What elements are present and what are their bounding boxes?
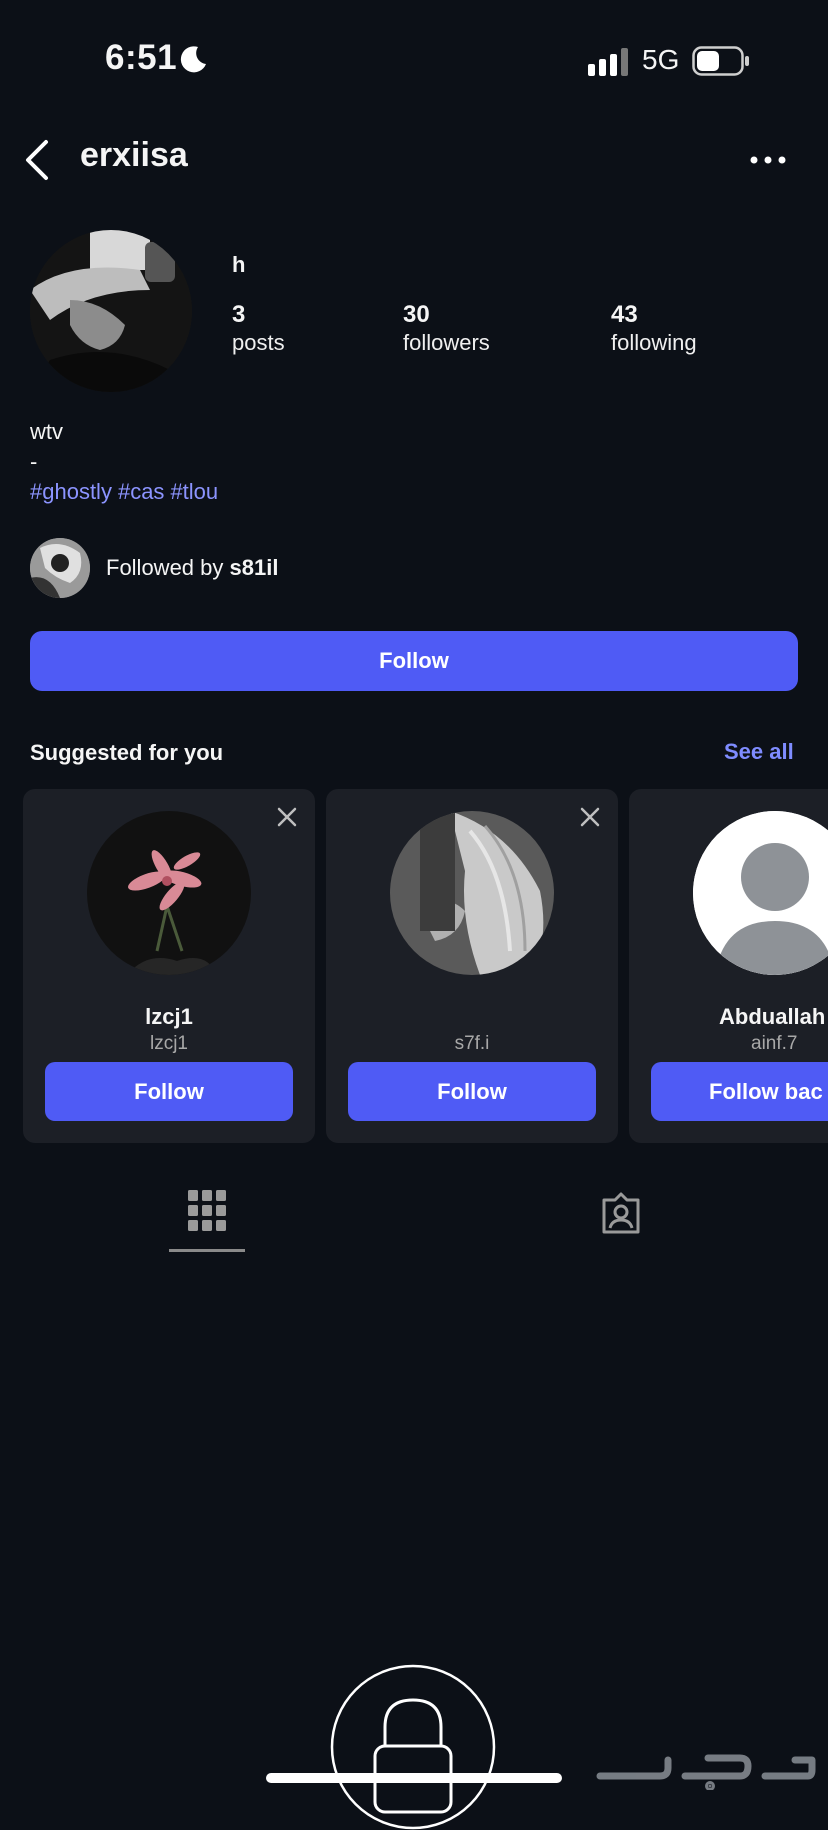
default-avatar-icon	[693, 811, 828, 975]
moon-icon	[180, 46, 206, 73]
hashtag-link[interactable]: #cas	[118, 479, 164, 504]
suggestion-handle: ainf.7	[751, 1033, 798, 1054]
profile-bio: wtv - #ghostly #cas #tlou	[30, 417, 224, 507]
suggestion-card[interactable]: Abduallah ainf.7 Follow bac	[629, 789, 828, 1143]
suggestion-name[interactable]: lzcj1	[23, 1004, 315, 1030]
suggestion-avatar[interactable]	[693, 811, 828, 975]
see-all-link[interactable]: See all	[724, 739, 794, 765]
network-type: 5G	[642, 44, 680, 75]
followed-by-text[interactable]: Followed by s81il	[106, 555, 278, 581]
signal-icon	[588, 48, 628, 76]
profile-photo	[30, 230, 192, 392]
status-time: 6:51	[105, 38, 178, 77]
suggestion-handle: s7f.i	[454, 1033, 490, 1054]
suggested-title: Suggested for you	[30, 740, 224, 765]
posts-label[interactable]: posts	[232, 330, 285, 356]
followers-label[interactable]: followers	[403, 330, 490, 356]
close-icon[interactable]	[580, 807, 600, 827]
suggestion-follow-button[interactable]: Follow	[348, 1062, 596, 1121]
suggestion-follow-button[interactable]: Follow	[45, 1062, 293, 1121]
active-tab-indicator	[169, 1249, 245, 1252]
profile-avatar[interactable]	[30, 230, 192, 392]
battery-icon	[692, 46, 749, 76]
suggestion-avatar[interactable]	[390, 811, 554, 975]
followed-by-prefix: Followed by	[106, 555, 224, 580]
profile-username: erxiisa	[80, 136, 188, 174]
bio-line: wtv	[30, 419, 63, 444]
close-icon[interactable]	[277, 807, 297, 827]
following-count[interactable]: 43	[611, 301, 638, 329]
back-arrow-icon[interactable]	[20, 138, 54, 182]
home-indicator	[266, 1773, 562, 1783]
following-label[interactable]: following	[611, 330, 697, 356]
follow-button[interactable]: Follow	[30, 631, 798, 691]
lock-icon	[330, 1664, 496, 1830]
grid-icon[interactable]	[188, 1190, 226, 1232]
suggestion-handle: lzcj1	[149, 1033, 188, 1054]
tagged-icon[interactable]	[600, 1192, 642, 1234]
bio-line: -	[30, 449, 38, 474]
suggestion-card[interactable]: s7f.i Follow	[326, 789, 618, 1143]
followed-by-photo	[30, 538, 90, 598]
hashtag-link[interactable]: #tlou	[170, 479, 218, 504]
followers-count[interactable]: 30	[403, 301, 430, 329]
suggestion-name[interactable]: Abduallah	[629, 1004, 825, 1030]
followed-by-username[interactable]: s81il	[230, 555, 279, 580]
hair-photo	[390, 811, 554, 975]
hashtag-link[interactable]: #ghostly	[30, 479, 112, 504]
profile-display-name: h	[232, 252, 246, 277]
followed-by-avatar[interactable]	[30, 538, 90, 598]
watermark-logo	[596, 1754, 816, 1790]
suggestion-card[interactable]: lzcj1 lzcj1 Follow	[23, 789, 315, 1143]
suggestion-avatar[interactable]	[87, 811, 251, 975]
posts-count[interactable]: 3	[232, 301, 245, 329]
flower-photo	[87, 811, 251, 975]
more-options-icon[interactable]	[748, 152, 788, 168]
bio-hashtags: #ghostly #cas #tlou	[30, 477, 224, 507]
suggestion-follow-back-button[interactable]: Follow bac	[651, 1062, 828, 1121]
